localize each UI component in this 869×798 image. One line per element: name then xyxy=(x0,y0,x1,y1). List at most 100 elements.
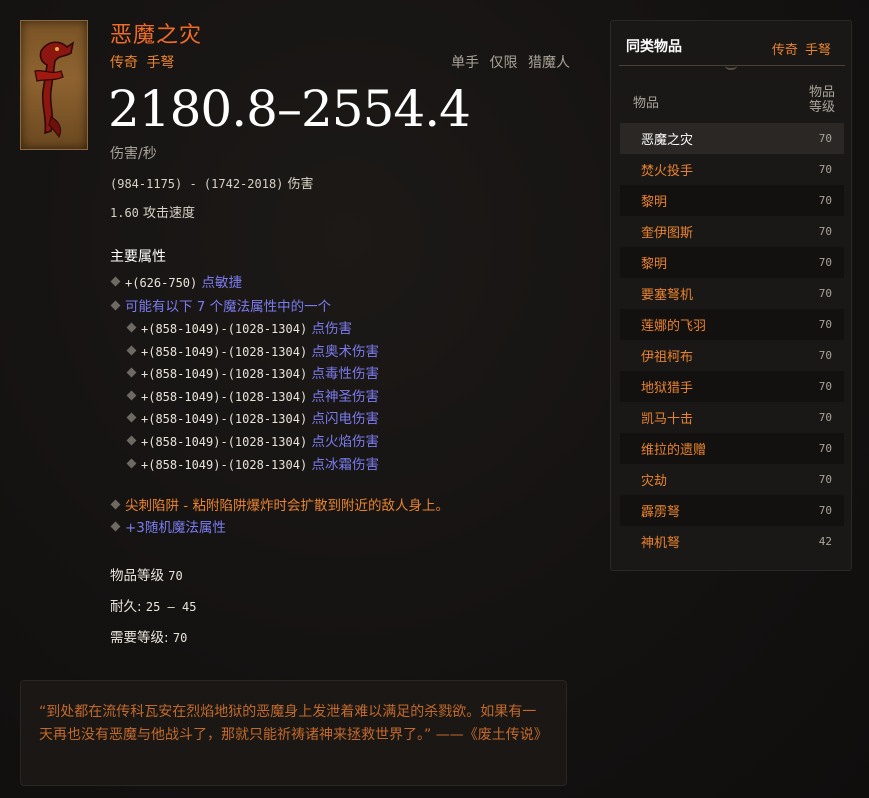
similar-items-type: 传奇 手弩 xyxy=(771,43,831,58)
list-item-name: 莲娜的飞羽 xyxy=(641,319,707,334)
list-item-level: 70 xyxy=(818,504,832,517)
sub-affix-label: 点奥术伤害 xyxy=(311,344,379,360)
similar-items-title: 同类物品 xyxy=(626,39,682,55)
sub-affix: +(858-1049)-(1028-1304) 点火焰伤害 xyxy=(126,430,379,450)
sub-affix-label: 点火焰伤害 xyxy=(311,434,379,450)
sub-affix-label: 点神圣伤害 xyxy=(311,389,379,405)
attack-speed: 1.60 攻击速度 xyxy=(110,202,195,221)
affix-dexterity: +(626-750) 点敏捷 xyxy=(110,271,243,291)
column-header-level: 物品 等级 xyxy=(807,85,837,115)
diamond-bullet-icon xyxy=(110,499,121,510)
list-item-level: 70 xyxy=(818,442,832,455)
legendary-affix: 尖刺陷阱 - 粘附陷阱爆炸时会扩散到附近的敌人身上。 xyxy=(110,494,449,514)
list-item[interactable]: 凯马十击 70 xyxy=(620,402,844,433)
list-item-level: 70 xyxy=(818,380,832,393)
legendary-affix-text: 尖刺陷阱 - 粘附陷阱爆炸时会扩散到附近的敌人身上。 xyxy=(125,498,449,514)
list-item-name: 灾劫 xyxy=(641,474,668,489)
list-item-name: 凯马十击 xyxy=(641,412,694,427)
list-item[interactable]: 伊祖柯布 70 xyxy=(620,340,844,371)
list-item[interactable]: 黎明 70 xyxy=(620,247,844,278)
list-item[interactable]: 莲娜的飞羽 70 xyxy=(620,309,844,340)
list-item-name: 霹雳弩 xyxy=(641,505,681,520)
attack-speed-label: 攻击速度 xyxy=(143,206,196,221)
required-level-label: 需要等级: xyxy=(110,630,169,646)
list-item-name: 神机弩 xyxy=(641,536,681,551)
diamond-bullet-icon xyxy=(126,367,137,378)
random-affix-text: +3随机魔法属性 xyxy=(125,520,226,536)
item-tags: 单手 仅限 猎魔人 xyxy=(445,52,570,72)
sub-affix-value: +(858-1049)-(1028-1304) xyxy=(141,345,308,359)
list-item[interactable]: 灾劫 70 xyxy=(620,464,844,495)
similar-items-list: 恶魔之灾 70 焚火投手 70 黎明 70 奎伊图斯 70 黎明 70 要塞弩机 70 莲娜… xyxy=(620,123,844,557)
list-item[interactable]: 霹雳弩 70 xyxy=(620,495,844,526)
sub-affix-label: 点伤害 xyxy=(311,321,352,337)
list-item-level: 70 xyxy=(818,411,832,424)
sub-affix: +(858-1049)-(1028-1304) 点奥术伤害 xyxy=(126,340,379,360)
item-level-label: 物品等级 xyxy=(110,568,164,584)
list-item-name: 黎明 xyxy=(641,195,668,210)
list-item[interactable]: 焚火投手 70 xyxy=(620,154,844,185)
sub-affix: +(858-1049)-(1028-1304) 点伤害 xyxy=(126,317,352,337)
list-item-name: 要塞弩机 xyxy=(641,288,694,303)
list-item-level: 70 xyxy=(818,473,832,486)
list-item-level: 70 xyxy=(818,225,832,238)
damage-range: (984-1175) - (1742-2018) 伤害 xyxy=(110,173,314,192)
affix-label: 点敏捷 xyxy=(201,275,243,291)
sub-affix: +(858-1049)-(1028-1304) 点毒性伤害 xyxy=(126,362,379,382)
random-affix: +3随机魔法属性 xyxy=(110,516,226,536)
damage-label: 伤害 xyxy=(287,177,314,192)
list-item-level: 70 xyxy=(818,163,832,176)
durability-label: 耐久: xyxy=(110,599,142,615)
list-item-level: 42 xyxy=(818,535,832,548)
dps-label: 伤害/秒 xyxy=(110,146,157,162)
demon-crossbow-icon xyxy=(20,20,88,150)
sub-affix: +(858-1049)-(1028-1304) 点神圣伤害 xyxy=(126,385,379,405)
ornament-icon xyxy=(725,62,737,70)
affix-value: +(626-750) xyxy=(125,276,198,290)
list-item-name: 黎明 xyxy=(641,257,668,272)
sub-affix-label: 点毒性伤害 xyxy=(311,366,379,382)
list-item-level: 70 xyxy=(818,287,832,300)
damage-range-value: (984-1175) - (1742-2018) xyxy=(110,177,284,191)
sub-affix-label: 点冰霜伤害 xyxy=(311,457,379,473)
list-item-name: 伊祖柯布 xyxy=(641,350,694,365)
attack-speed-value: 1.60 xyxy=(110,206,139,220)
list-item[interactable]: 要塞弩机 70 xyxy=(620,278,844,309)
item-page: 恶魔之灾 传奇 手弩 单手 仅限 猎魔人 2180.8–2554.4 伤害/秒 … xyxy=(0,0,869,798)
diamond-bullet-icon xyxy=(110,300,121,311)
list-item[interactable]: 黎明 70 xyxy=(620,185,844,216)
affix-magic-header: 可能有以下 7 个魔法属性中的一个 xyxy=(110,295,331,315)
sub-affix: +(858-1049)-(1028-1304) 点闪电伤害 xyxy=(126,407,379,427)
dps-value: 2180.8–2554.4 xyxy=(108,80,471,138)
list-item[interactable]: 奎伊图斯 70 xyxy=(620,216,844,247)
similar-items-panel: 同类物品 传奇 手弩 物品 物品 等级 恶魔之灾 70 焚火投手 70 黎明 70 奎… xyxy=(610,20,852,571)
diamond-bullet-icon xyxy=(110,276,121,287)
sub-affix-value: +(858-1049)-(1028-1304) xyxy=(141,458,308,472)
list-item-level: 70 xyxy=(818,318,832,331)
sub-affix-value: +(858-1049)-(1028-1304) xyxy=(141,412,308,426)
list-item[interactable]: 地狱猎手 70 xyxy=(620,371,844,402)
list-item[interactable]: 维拉的遗赠 70 xyxy=(620,433,844,464)
list-item[interactable]: 神机弩 42 xyxy=(620,526,844,557)
required-level-value: 70 xyxy=(172,631,188,645)
flavor-text: “到处都在流传科瓦安在烈焰地狱的恶魔身上发泄着难以满足的杀戮欲。如果有一天再也没… xyxy=(20,680,567,786)
durability: 耐久: 25 – 45 xyxy=(110,595,196,615)
column-header-level-line1: 物品 xyxy=(808,85,835,100)
diamond-bullet-icon xyxy=(126,322,137,333)
list-item-level: 70 xyxy=(818,132,832,145)
list-item[interactable]: 恶魔之灾 70 xyxy=(620,123,844,154)
list-item-name: 地狱猎手 xyxy=(641,381,694,396)
durability-value: 25 – 45 xyxy=(145,600,197,614)
diamond-bullet-icon xyxy=(126,345,137,356)
tag-only: 仅限 xyxy=(489,55,518,71)
list-item-name: 维拉的遗赠 xyxy=(641,443,707,458)
column-header-item: 物品 xyxy=(633,96,660,111)
sub-affix-value: +(858-1049)-(1028-1304) xyxy=(141,322,308,336)
primary-attributes-title: 主要属性 xyxy=(110,249,166,265)
diamond-bullet-icon xyxy=(110,521,121,532)
diamond-bullet-icon xyxy=(126,435,137,446)
tag-class: 猎魔人 xyxy=(528,55,570,71)
list-item-level: 70 xyxy=(818,349,832,362)
divider xyxy=(619,62,845,70)
list-item-level: 70 xyxy=(818,256,832,269)
